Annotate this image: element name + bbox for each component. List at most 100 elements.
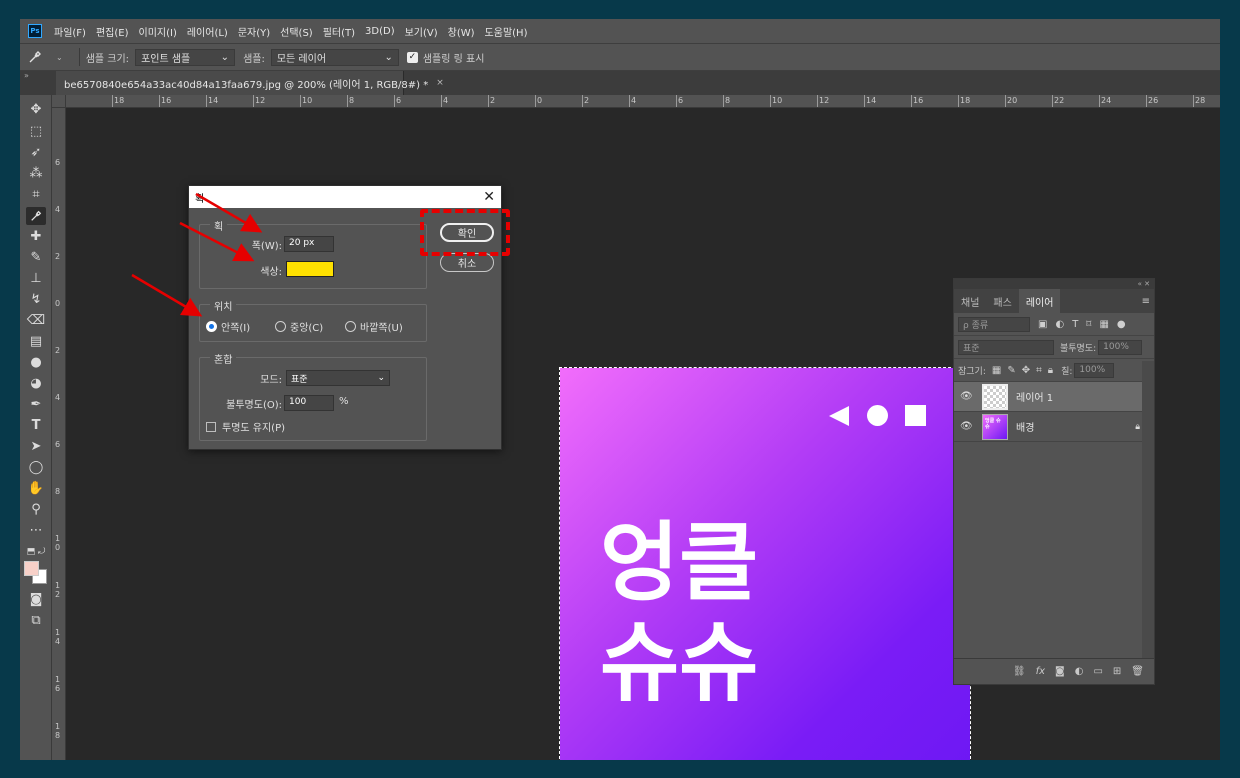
menu-3d[interactable]: 3D(D) (365, 26, 395, 37)
opacity-label: 불투명도(O): (226, 400, 282, 411)
lock-all-icon[interactable]: 🔒︎ (1048, 365, 1053, 376)
layer-opacity-input[interactable]: 100% (1098, 339, 1143, 355)
layer-row-layer-1[interactable]: 👁︎ 레이어 1 (954, 382, 1154, 412)
visibility-eye-icon[interactable]: 👁︎ (960, 391, 974, 402)
hand-tool-icon[interactable]: ✋ (26, 480, 46, 498)
lock-position-icon[interactable]: ✥ (1022, 365, 1030, 376)
menu-view[interactable]: 보기(V) (405, 24, 438, 39)
blur-tool-icon[interactable]: ● (26, 354, 46, 372)
swap-colors-icon[interactable]: ⬒ ⤾ (26, 543, 46, 561)
dodge-tool-icon[interactable]: ◕ (26, 375, 46, 393)
lock-artboard-icon[interactable]: ⌗ (1036, 365, 1042, 376)
preserve-transparency-label: 투명도 유지(P) (222, 423, 286, 434)
healing-brush-tool-icon[interactable]: ✚ (26, 228, 46, 246)
menu-edit[interactable]: 편집(E) (96, 24, 129, 39)
close-icon[interactable]: ✕ (483, 189, 495, 205)
menu-file[interactable]: 파일(F) (54, 24, 86, 39)
gradient-tool-icon[interactable]: ▤ (26, 333, 46, 351)
ruler-left-label: 6 (55, 158, 61, 167)
menu-help[interactable]: 도움말(H) (485, 24, 528, 39)
path-selection-tool-icon[interactable]: ➤ (26, 438, 46, 456)
menu-window[interactable]: 창(W) (448, 24, 475, 39)
brush-tool-icon[interactable]: ✎ (26, 249, 46, 267)
magic-wand-tool-icon[interactable]: ⁂ (26, 165, 46, 183)
tool-preset-chevron-down-icon[interactable]: ⌄ (56, 53, 63, 62)
layer-filter-select[interactable]: ρ 종류 (958, 316, 1030, 332)
clone-stamp-tool-icon[interactable]: ⊥ (26, 270, 46, 288)
eyedropper-icon[interactable] (28, 47, 56, 67)
mode-select[interactable]: 표준 ⌄ (286, 370, 390, 386)
type-tool-icon[interactable]: T (26, 417, 46, 435)
delete-layer-icon[interactable]: 🗑︎ (1131, 666, 1144, 677)
quick-mask-icon[interactable]: ◙ (26, 591, 46, 609)
filter-toggle-icon[interactable]: ● (1117, 319, 1126, 330)
filter-pixel-icon[interactable]: ▣ (1038, 319, 1047, 330)
filter-smart-object-icon[interactable]: ▦ (1099, 319, 1108, 330)
visibility-eye-icon[interactable]: 👁︎ (960, 421, 974, 432)
menu-type[interactable]: 문자(Y) (238, 24, 270, 39)
lasso-tool-icon[interactable]: ➶ (26, 144, 46, 162)
document-tab[interactable]: be6570840e654a33ac40d84a13faa679.jpg @ 2… (56, 71, 444, 95)
dialog-titlebar[interactable]: 획 ✕ (189, 186, 501, 208)
menu-select[interactable]: 선택(S) (280, 24, 313, 39)
add-mask-icon[interactable]: ◙ (1055, 666, 1065, 677)
crop-tool-icon[interactable]: ⌗ (26, 186, 46, 204)
screen-mode-icon[interactable]: ⧉ (26, 612, 46, 630)
foreground-color-swatch[interactable] (24, 561, 39, 576)
panel-menu-icon[interactable]: ≡ (1142, 296, 1150, 307)
width-input[interactable]: 20 px (284, 236, 334, 252)
ruler-tick (441, 95, 442, 107)
eyedropper-tool-icon[interactable] (26, 207, 46, 225)
artwork-shapes (829, 405, 926, 426)
marquee-tool-icon[interactable]: ⬚ (26, 123, 46, 141)
blend-mode-select[interactable]: 표준 (958, 339, 1054, 355)
sample-size-select[interactable]: 포인트 샘플 ⌄ (135, 48, 236, 66)
panel-scrollbar[interactable] (1142, 361, 1154, 658)
panel-collapse-icon[interactable]: « ✕ (954, 279, 1154, 289)
layer-filter-row: ρ 종류 ▣ ◐ T ⌑ ▦ ● (954, 313, 1154, 336)
tab-channels[interactable]: 채널 (954, 289, 986, 313)
position-inside-radio[interactable]: 안쪽(I) (206, 319, 250, 334)
position-center-radio[interactable]: 중앙(C) (275, 319, 323, 334)
layer-style-fx-icon[interactable]: fx (1036, 666, 1045, 677)
position-outside-radio[interactable]: 바깥쪽(U) (345, 319, 403, 334)
preserve-transparency-checkbox[interactable]: 투명도 유지(P) (206, 419, 285, 434)
ruler-origin[interactable] (52, 95, 66, 108)
ruler-top-label: 0 (537, 96, 543, 105)
ruler-left-label: 2 (55, 252, 61, 261)
ruler-tick (629, 95, 630, 107)
eraser-tool-icon[interactable]: ⌫ (26, 312, 46, 330)
ruler-tick (582, 95, 583, 107)
close-tab-icon[interactable]: × (436, 78, 444, 88)
tab-layers[interactable]: 레이어 (1018, 289, 1061, 313)
more-tools-icon[interactable]: ⋯ (26, 522, 46, 540)
menu-layer[interactable]: 레이어(L) (187, 24, 228, 39)
lock-image-icon[interactable]: ✎ (1007, 365, 1015, 376)
layers-panel-footer: ⛓ fx ◙ ◐ ▭ ⊞ 🗑︎ (954, 658, 1154, 684)
adjustment-layer-icon[interactable]: ◐ (1075, 666, 1084, 677)
ruler-top-label: 22 (1054, 96, 1065, 105)
zoom-tool-icon[interactable]: ⚲ (26, 501, 46, 519)
filter-shape-icon[interactable]: ⌑ (1086, 319, 1091, 330)
history-brush-tool-icon[interactable]: ↯ (26, 291, 46, 309)
sample-select[interactable]: 모든 레이어 ⌄ (270, 48, 399, 66)
stroke-color-swatch[interactable] (286, 261, 334, 277)
fill-input[interactable]: 100% (1074, 362, 1115, 378)
ellipse-tool-icon[interactable]: ◯ (26, 459, 46, 477)
layer-row-background[interactable]: 👁︎ 엉클 슈슈 배경 🔒︎ (954, 412, 1154, 442)
filter-adjustment-icon[interactable]: ◐ (1055, 319, 1064, 330)
lock-transparent-icon[interactable]: ▦ (992, 365, 1001, 376)
show-sampling-ring-checkbox[interactable]: ✓ (406, 51, 418, 63)
pen-tool-icon[interactable]: ✒ (26, 396, 46, 414)
tab-paths[interactable]: 패스 (986, 289, 1018, 313)
artwork-canvas[interactable]: 엉클 슈슈 (559, 367, 971, 760)
move-tool-icon[interactable]: ✥ (26, 101, 46, 119)
filter-type-icon[interactable]: T (1072, 319, 1078, 330)
collapse-toolbar-icon[interactable]: » (24, 71, 29, 80)
menu-filter[interactable]: 필터(T) (323, 24, 355, 39)
new-layer-icon[interactable]: ⊞ (1113, 666, 1121, 677)
menu-image[interactable]: 이미지(I) (139, 24, 177, 39)
opacity-input[interactable]: 100 (284, 395, 334, 411)
link-layers-icon[interactable]: ⛓ (1013, 666, 1026, 677)
new-group-icon[interactable]: ▭ (1093, 666, 1102, 677)
